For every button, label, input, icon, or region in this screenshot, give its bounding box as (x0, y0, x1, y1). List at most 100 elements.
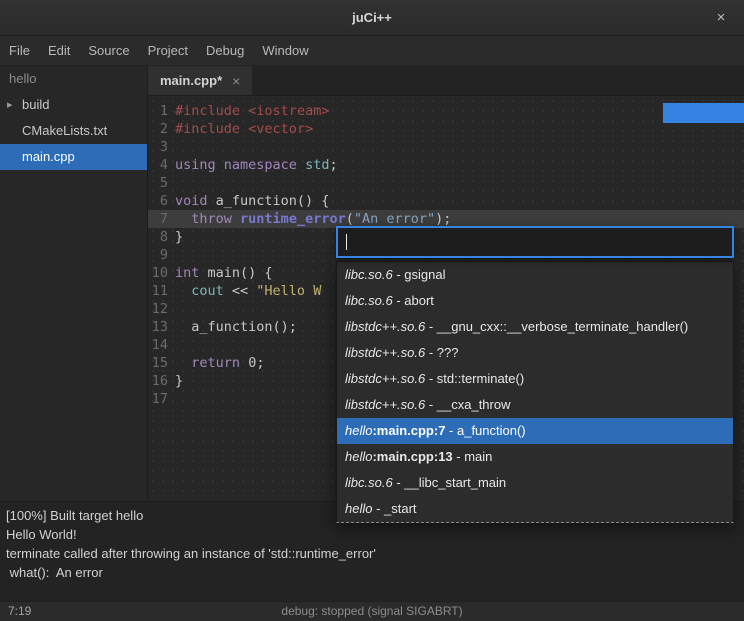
backtrace-item-0[interactable]: libc.so.6 - gsignal (337, 262, 733, 288)
code-line-4[interactable]: 4using namespace std; (148, 156, 744, 174)
frame-source-location: :main.cpp:13 (372, 449, 452, 464)
token-pp: <vector> (248, 121, 313, 137)
menu-item-file[interactable]: File (0, 36, 39, 65)
token-kw: return (191, 355, 240, 371)
code-line-5[interactable]: 5 (148, 174, 744, 192)
code-text: void a_function() { (168, 192, 329, 210)
tree-item-label: build (22, 97, 49, 112)
menu-item-edit[interactable]: Edit (39, 36, 79, 65)
menu-item-project[interactable]: Project (139, 36, 197, 65)
frame-library-name: libstdc++.so.6 (345, 319, 425, 334)
token-pl (240, 355, 248, 371)
expander-icon[interactable]: ▸ (7, 92, 13, 118)
line-number: 4 (148, 156, 168, 174)
window-close-icon[interactable]: × (711, 8, 731, 28)
line-number: 13 (148, 318, 168, 336)
frame-library-name: libstdc++.so.6 (345, 345, 425, 360)
tree-item-label: main.cpp (22, 149, 75, 164)
backtrace-item-1[interactable]: libc.so.6 - abort (337, 288, 733, 314)
line-number: 16 (148, 372, 168, 390)
menu-item-window[interactable]: Window (253, 36, 317, 65)
token-pl: a_function(); (175, 319, 297, 335)
frame-function-name: - __gnu_cxx::__verbose_terminate_handler… (425, 319, 688, 334)
backtrace-item-5[interactable]: libstdc++.so.6 - __cxa_throw (337, 392, 733, 418)
token-str: "An error" (354, 211, 435, 227)
tab-bar: main.cpp* × (148, 66, 744, 96)
frame-library-name: libc.so.6 (345, 267, 393, 282)
token-ty: cout (191, 283, 224, 299)
backtrace-item-7[interactable]: hello:main.cpp:13 - main (337, 444, 733, 470)
token-pl: main() { (199, 265, 272, 281)
menu-item-debug[interactable]: Debug (197, 36, 253, 65)
code-text (168, 336, 175, 354)
token-str2: "Hello W (256, 283, 321, 299)
text-cursor (346, 234, 347, 250)
popup-input-frame (336, 226, 734, 258)
code-line-2[interactable]: 2#include <vector> (148, 120, 744, 138)
token-pl (216, 157, 224, 173)
console-line-4: what(): An error (6, 563, 738, 582)
token-fn: runtime_error (240, 211, 346, 227)
menu-item-source[interactable]: Source (79, 36, 138, 65)
frame-library-name: libc.so.6 (345, 293, 393, 308)
frame-function-name: - _start (372, 501, 416, 516)
line-number: 9 (148, 246, 168, 264)
line-number: 10 (148, 264, 168, 282)
tree-item-cmakelists-txt[interactable]: CMakeLists.txt (0, 118, 147, 144)
backtrace-list: libc.so.6 - gsignallibc.so.6 - abortlibs… (336, 261, 734, 523)
frame-function-name: - __cxa_throw (425, 397, 510, 412)
code-text: cout << "Hello W (168, 282, 321, 300)
tree-item-build[interactable]: ▸ build (0, 92, 147, 118)
token-pl (175, 211, 191, 227)
backtrace-item-2[interactable]: libstdc++.so.6 - __gnu_cxx::__verbose_te… (337, 314, 733, 340)
token-pl (175, 283, 191, 299)
line-number: 15 (148, 354, 168, 372)
token-pl: ); (435, 211, 451, 227)
code-text: int main() { (168, 264, 273, 282)
code-text (168, 174, 175, 192)
frame-library-name: hello (345, 501, 372, 516)
backtrace-item-9[interactable]: hello - _start (337, 496, 733, 522)
frame-function-name: - ??? (425, 345, 458, 360)
token-kw: throw (191, 211, 232, 227)
token-pl (297, 157, 305, 173)
frame-function-name: - abort (393, 293, 434, 308)
code-text: a_function(); (168, 318, 297, 336)
window-title: juCi++ (352, 10, 392, 25)
line-number: 2 (148, 120, 168, 138)
tree-item-main-cpp[interactable]: main.cpp (0, 144, 147, 170)
line-number: 14 (148, 336, 168, 354)
backtrace-item-6[interactable]: hello:main.cpp:7 - a_function() (337, 418, 733, 444)
scrollbar-thumb[interactable] (663, 103, 744, 123)
tab-close-icon[interactable]: × (232, 73, 240, 89)
backtrace-filter-input[interactable] (338, 228, 732, 256)
status-bar: 7:19 debug: stopped (signal SIGABRT) (0, 601, 744, 621)
token-pl (175, 355, 191, 371)
code-line-6[interactable]: 6void a_function() { (148, 192, 744, 210)
token-pp: #include (175, 121, 240, 137)
frame-function-name: - gsignal (393, 267, 446, 282)
backtrace-item-8[interactable]: libc.so.6 - __libc_start_main (337, 470, 733, 496)
token-ty: std (305, 157, 329, 173)
console-line-2: Hello World! (6, 525, 738, 544)
token-pl: ( (346, 211, 354, 227)
backtrace-item-4[interactable]: libstdc++.so.6 - std::terminate() (337, 366, 733, 392)
token-pp: <iostream> (248, 103, 329, 119)
frame-library-name: libstdc++.so.6 (345, 371, 425, 386)
line-number: 3 (148, 138, 168, 156)
code-text: #include <vector> (168, 120, 313, 138)
frame-function-name: - main (453, 449, 493, 464)
code-text (168, 246, 175, 264)
line-number: 8 (148, 228, 168, 246)
tab-main-cpp[interactable]: main.cpp* × (148, 66, 252, 95)
token-pl: } (175, 373, 183, 389)
line-number: 7 (148, 210, 168, 228)
token-kw: void (175, 193, 208, 209)
backtrace-item-3[interactable]: libstdc++.so.6 - ??? (337, 340, 733, 366)
code-line-1[interactable]: 1#include <iostream> (148, 102, 744, 120)
code-text: #include <iostream> (168, 102, 329, 120)
code-line-3[interactable]: 3 (148, 138, 744, 156)
frame-function-name: - std::terminate() (425, 371, 524, 386)
line-number: 1 (148, 102, 168, 120)
jucipp-window: juCi++ × FileEditSourceProjectDebugWindo… (0, 0, 744, 621)
